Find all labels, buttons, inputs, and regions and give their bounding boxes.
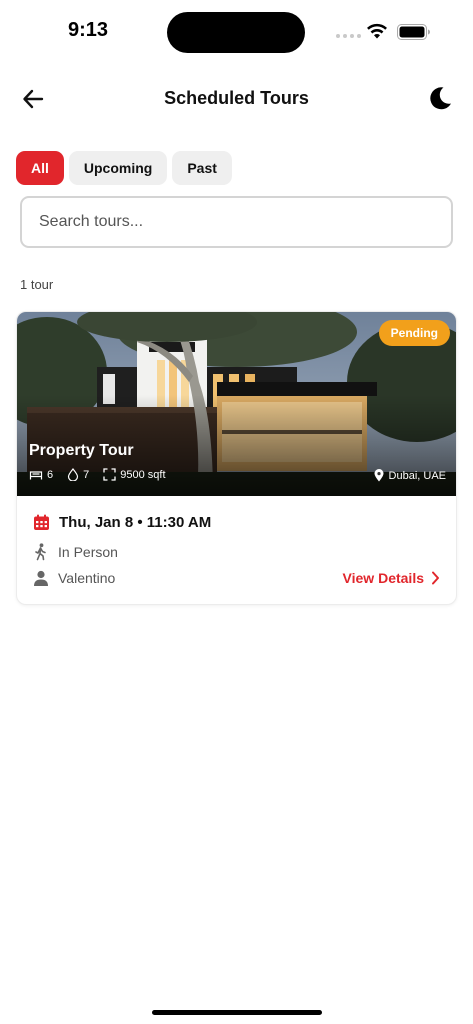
filter-tabs: All Upcoming Past [16,151,232,185]
tour-type-row: In Person [33,543,118,561]
screen: 9:13 Scheduled Tours All Upcoming Past 1… [0,0,473,1024]
status-time: 9:13 [68,19,109,41]
agent-row: Valentino [33,570,115,586]
tab-past[interactable]: Past [172,151,232,185]
property-stats: 6 7 9500 sqft [29,468,180,481]
location-text: Dubai, UAE [388,469,446,482]
walking-person-icon [35,543,46,561]
view-details-link[interactable]: View Details [343,570,440,586]
card-body: Thu, Jan 8 • 11:30 AM In Person Valentin… [17,496,456,604]
beds-value: 6 [47,468,54,481]
tour-count: 1 tour [20,277,54,292]
chevron-right-icon [432,571,439,585]
wifi-icon [367,23,387,39]
status-badge: Pending [378,320,450,346]
moon-icon[interactable] [426,84,454,112]
area-value: 9500 sqft [120,468,166,481]
tour-type: In Person [58,544,118,560]
search-box [20,196,453,248]
tour-title: Property Tour [29,442,134,459]
search-input[interactable] [22,198,451,246]
calendar-icon [34,514,49,530]
location-pin-icon [374,469,384,482]
header: Scheduled Tours [0,80,473,118]
status-bar: 9:13 [0,0,473,62]
dynamic-island [167,12,305,53]
agent-name: Valentino [58,570,116,586]
beds-stat: 6 [29,469,53,481]
location: Dubai, UAE [374,469,446,482]
tour-card[interactable]: Pending Property Tour 6 7 9500 sqft Duba… [16,311,457,605]
page-title: Scheduled Tours [164,88,309,108]
person-icon [34,570,48,586]
expand-area-icon [103,468,116,481]
bed-icon [29,470,43,479]
tour-date: Thu, Jan 8 • 11:30 AM [59,514,212,531]
tab-all[interactable]: All [16,151,64,185]
baths-value: 7 [83,468,90,481]
signal-dots-icon [336,34,361,38]
view-details-label: View Details [342,570,424,586]
battery-icon [397,24,430,40]
area-stat: 9500 sqft [103,468,166,481]
home-indicator[interactable] [152,1010,322,1015]
tour-date-row: Thu, Jan 8 • 11:30 AM [33,514,211,531]
tab-upcoming[interactable]: Upcoming [68,151,168,185]
bath-drop-icon [68,468,79,481]
property-image: Pending Property Tour 6 7 9500 sqft Duba… [17,312,456,496]
baths-stat: 7 [67,468,89,481]
